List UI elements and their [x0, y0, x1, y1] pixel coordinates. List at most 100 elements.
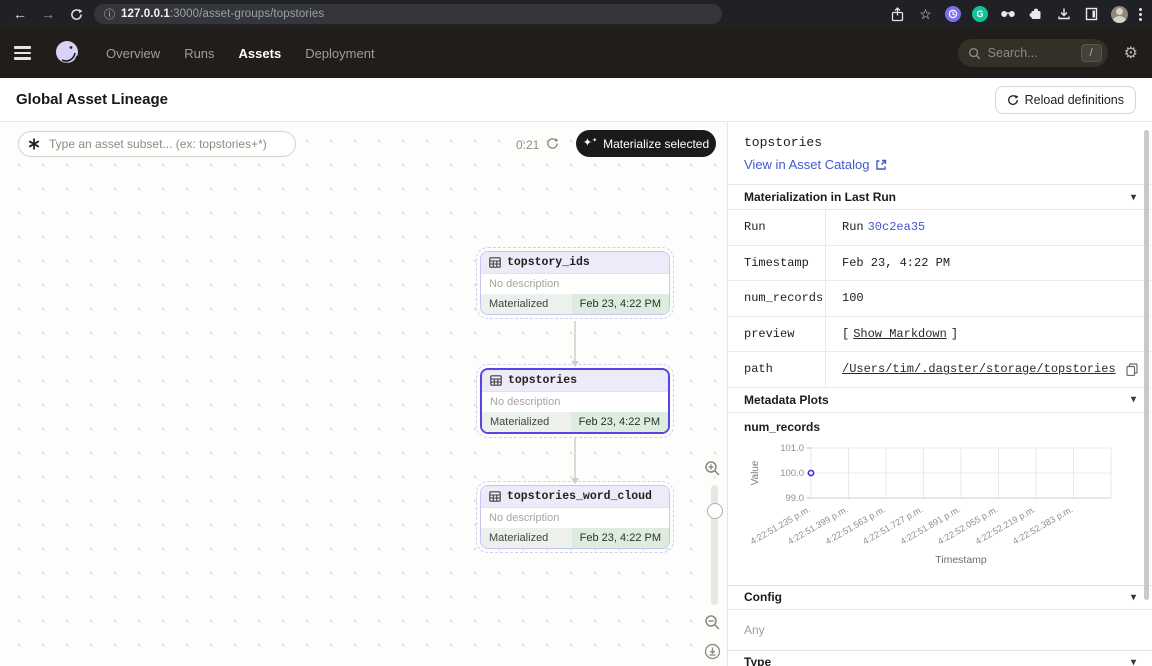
chevron-down-icon: ▾ — [1131, 192, 1136, 203]
svg-text:4:22:51.235 p.m.: 4:22:51.235 p.m. — [748, 504, 812, 546]
zoom-in-button[interactable] — [703, 460, 721, 477]
browser-back-icon[interactable]: ← — [10, 4, 30, 24]
section-title: Type — [744, 655, 771, 666]
graph-refresh-icon[interactable] — [546, 137, 559, 155]
asset-timestamp: Feb 23, 4:22 PM — [571, 412, 668, 432]
share-icon[interactable] — [889, 6, 906, 23]
asset-description: No description — [481, 508, 669, 528]
search-icon — [968, 47, 981, 60]
reload-definitions-label: Reload definitions — [1025, 93, 1124, 107]
materialize-selected-label: Materialize selected — [603, 137, 709, 151]
edge-topstory_ids-topstories — [574, 321, 576, 361]
main-content: 0:21 ✦✦ Materialize selected topstory_id… — [0, 122, 1152, 666]
browser-forward-icon[interactable]: → — [38, 4, 58, 24]
recenter-button[interactable] — [703, 643, 721, 660]
row-value: Feb 23, 4:22 PM — [826, 246, 1152, 281]
browser-toolbar-icons: ☆ G — [889, 6, 1142, 23]
bracket: ] — [951, 327, 958, 341]
row-label: Run — [728, 210, 826, 245]
goggles-extension-icon[interactable] — [999, 6, 1016, 23]
zoom-out-icon — [704, 614, 721, 631]
nav-item-runs[interactable]: Runs — [184, 46, 214, 61]
hamburger-menu-icon[interactable] — [14, 40, 40, 66]
search-shortcut-badge: / — [1081, 44, 1102, 62]
asset-node-header: topstories — [482, 370, 668, 392]
zoom-slider-handle[interactable] — [707, 503, 723, 519]
row-label: path — [728, 352, 826, 387]
table-icon — [489, 491, 501, 502]
page-header: Global Asset Lineage Reload definitions — [0, 78, 1152, 122]
run-id-link[interactable]: 30c2ea35 — [868, 220, 926, 234]
asset-description: No description — [481, 274, 669, 294]
row-label: preview — [728, 317, 826, 352]
asset-timestamp: Feb 23, 4:22 PM — [572, 294, 669, 314]
catalog-link-label: View in Asset Catalog — [744, 157, 870, 172]
metadata-plot-num-records: 101.0100.099.04:22:51.235 p.m.4:22:51.39… — [728, 441, 1152, 576]
page-title: Global Asset Lineage — [16, 91, 168, 108]
url-text: 127.0.0.1:3000/asset-groups/topstories — [121, 8, 324, 20]
zoom-out-button[interactable] — [703, 614, 721, 631]
table-row-preview: preview [Show Markdown] — [728, 317, 1152, 353]
section-config[interactable]: Config ▾ — [728, 585, 1152, 610]
bookmark-star-icon[interactable]: ☆ — [917, 6, 934, 23]
nav-item-overview[interactable]: Overview — [106, 46, 160, 61]
asset-status: Materialized — [481, 532, 556, 544]
path-link[interactable]: /Users/tim/.dagster/storage/topstories — [842, 362, 1116, 376]
run-prefix: Run — [842, 220, 864, 234]
table-row-run: Run Run 30c2ea35 — [728, 210, 1152, 246]
details-asset-name: topstories — [744, 135, 1136, 150]
table-row-path: path /Users/tim/.dagster/storage/topstor… — [728, 352, 1152, 388]
asset-graph-pane: 0:21 ✦✦ Materialize selected topstory_id… — [0, 122, 727, 666]
refresh-icon — [1007, 94, 1019, 106]
section-type[interactable]: Type ▾ — [728, 650, 1152, 666]
url-bar[interactable]: ⓘ 127.0.0.1:3000/asset-groups/topstories — [94, 4, 722, 24]
section-metadata-plots[interactable]: Metadata Plots ▾ — [728, 388, 1152, 413]
asset-status: Materialized — [482, 416, 557, 428]
download-icon[interactable] — [1055, 6, 1072, 23]
history-extension-icon[interactable] — [945, 6, 961, 22]
metadata-plot-name: num_records — [728, 413, 1152, 441]
section-materialization-last-run[interactable]: Materialization in Last Run ▾ — [728, 185, 1152, 210]
view-in-asset-catalog-link[interactable]: View in Asset Catalog — [744, 157, 887, 172]
browser-reload-icon[interactable] — [66, 4, 86, 24]
show-markdown-link[interactable]: Show Markdown — [853, 327, 947, 341]
row-label: Timestamp — [728, 246, 826, 281]
dagster-logo[interactable] — [52, 38, 82, 68]
recenter-icon — [704, 643, 721, 660]
svg-text:100.0: 100.0 — [780, 468, 804, 479]
reader-mode-icon[interactable] — [1083, 6, 1100, 23]
browser-menu-icon[interactable] — [1139, 8, 1142, 21]
svg-text:Value: Value — [750, 460, 761, 485]
svg-text:101.0: 101.0 — [780, 443, 804, 454]
global-search[interactable]: Search... / — [958, 39, 1108, 67]
extensions-puzzle-icon[interactable] — [1027, 6, 1044, 23]
reload-definitions-button[interactable]: Reload definitions — [995, 86, 1136, 114]
site-info-icon[interactable]: ⓘ — [104, 6, 115, 22]
grammarly-extension-icon[interactable]: G — [972, 6, 988, 22]
reload-glyph — [70, 8, 83, 21]
settings-gear-icon[interactable]: ⚙ — [1124, 43, 1138, 63]
nav-item-deployment[interactable]: Deployment — [305, 46, 374, 61]
url-path: :3000/asset-groups/topstories — [170, 8, 324, 20]
search-placeholder: Search... — [988, 46, 1038, 60]
profile-avatar[interactable] — [1111, 6, 1128, 23]
materialize-selected-button[interactable]: ✦✦ Materialize selected — [576, 130, 716, 157]
asset-status-row: Materialized Feb 23, 4:22 PM — [481, 294, 669, 314]
asset-node-topstories_word_cloud[interactable]: topstories_word_cloud No description Mat… — [480, 485, 670, 549]
asset-timestamp: Feb 23, 4:22 PM — [572, 528, 669, 548]
asset-node-topstory_ids[interactable]: topstory_ids No description Materialized… — [480, 251, 670, 315]
asset-name: topstories — [508, 374, 577, 387]
asset-subset-input[interactable] — [18, 131, 296, 157]
copy-path-icon[interactable] — [1126, 363, 1138, 376]
details-title-block: topstories View in Asset Catalog — [728, 122, 1152, 185]
table-icon — [489, 257, 501, 268]
table-row-num-records: num_records 100 — [728, 281, 1152, 317]
row-value: [Show Markdown] — [826, 317, 1152, 352]
row-value: /Users/tim/.dagster/storage/topstories — [826, 352, 1152, 387]
asset-node-topstories[interactable]: topstories No description Materialized F… — [480, 368, 670, 434]
materialization-table: Run Run 30c2ea35 Timestamp Feb 23, 4:22 … — [728, 210, 1152, 388]
screen: ← → ⓘ 127.0.0.1:3000/asset-groups/topsto… — [0, 0, 1152, 666]
details-scrollbar-thumb[interactable] — [1144, 130, 1149, 600]
asset-name: topstories_word_cloud — [507, 490, 652, 503]
nav-item-assets[interactable]: Assets — [239, 46, 282, 61]
